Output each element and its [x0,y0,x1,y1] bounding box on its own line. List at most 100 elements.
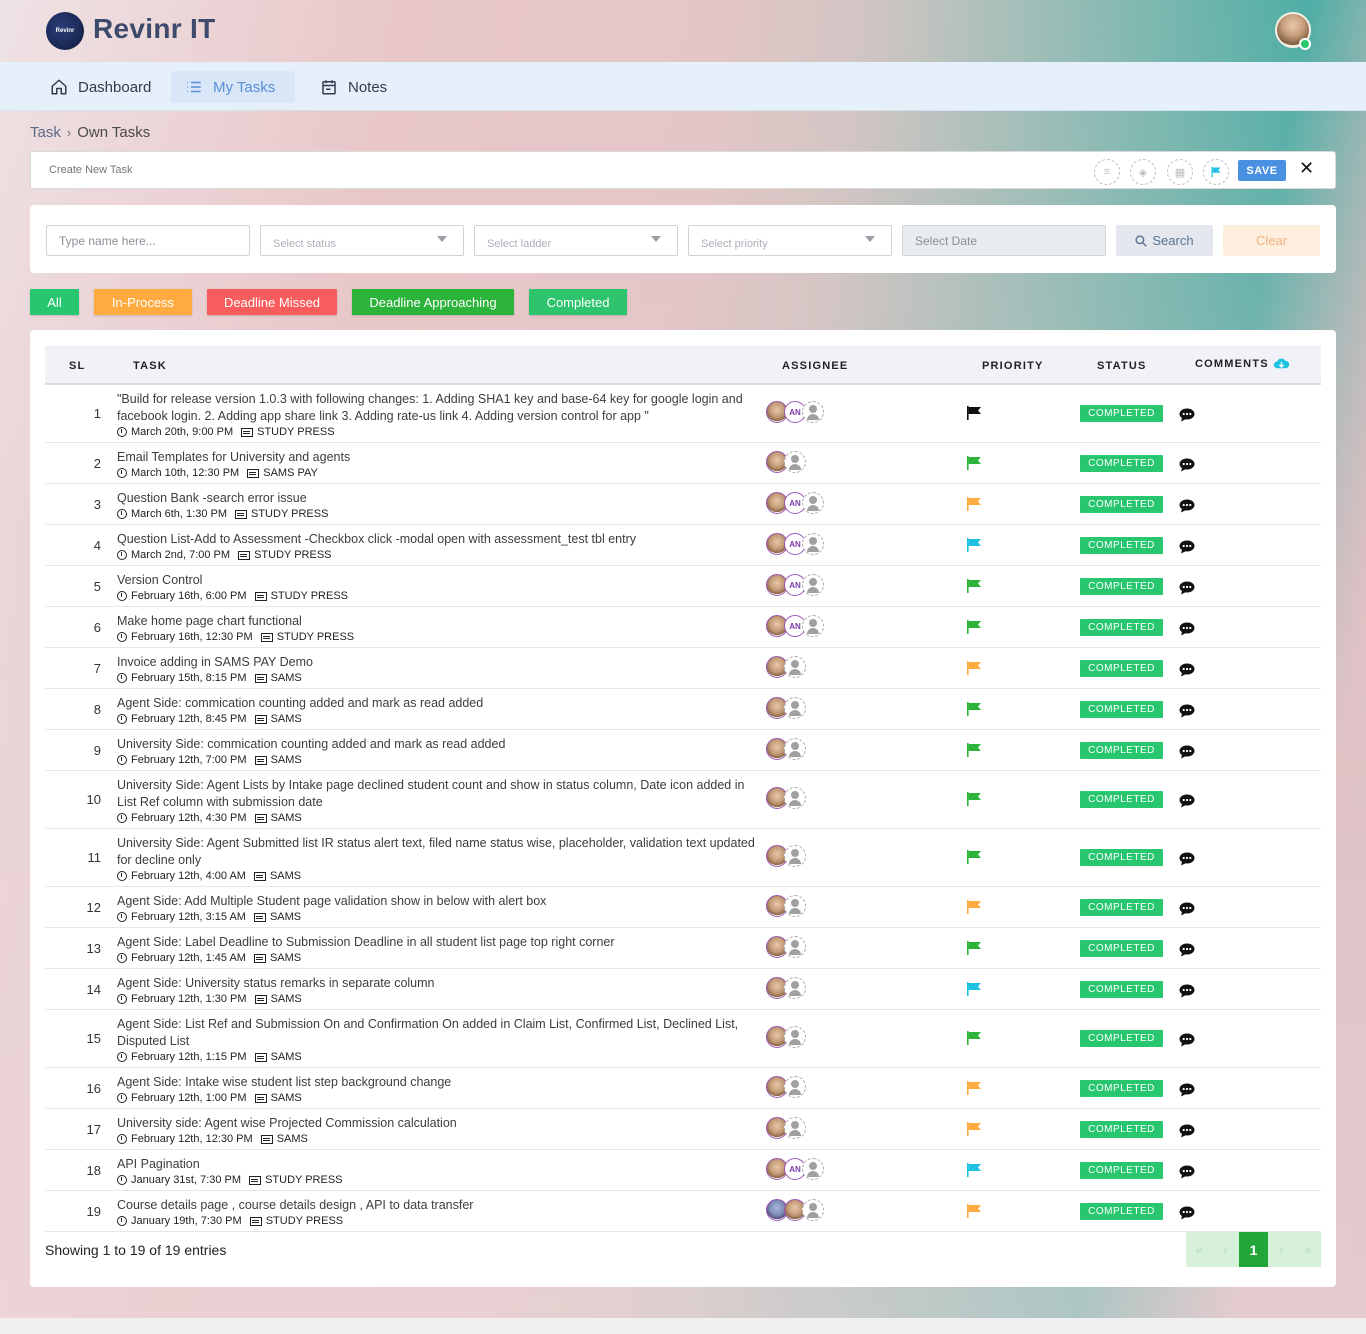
header-comments[interactable]: COMMENTS [1195,357,1290,371]
comment-icon[interactable] [1179,902,1195,916]
add-assignee-icon[interactable] [784,936,806,958]
priority-flag-icon[interactable] [966,1163,982,1177]
add-assignee-icon[interactable] [802,401,824,423]
filter-all-button[interactable]: All [30,289,79,315]
nav-my-tasks[interactable]: My Tasks [171,71,295,103]
task-title[interactable]: API Pagination [117,1156,757,1173]
priority-flag-icon[interactable] [966,1031,982,1045]
priority-flag-icon[interactable] [966,456,982,470]
header-priority[interactable]: PRIORITY [982,360,1044,372]
clear-button[interactable]: Clear [1223,225,1320,256]
nav-notes[interactable]: Notes [306,71,401,103]
table-row[interactable]: 14 Agent Side: University status remarks … [45,969,1321,1010]
priority-flag-icon[interactable] [966,1122,982,1136]
comment-icon[interactable] [1179,663,1195,677]
next-page-button[interactable]: › [1268,1232,1294,1267]
task-title[interactable]: University side: Agent wise Projected Co… [117,1115,757,1132]
comment-icon[interactable] [1179,1083,1195,1097]
first-page-button[interactable]: « [1186,1232,1212,1267]
comment-icon[interactable] [1179,540,1195,554]
filter-deadline-missed-button[interactable]: Deadline Missed [207,289,337,315]
page-button-current[interactable]: 1 [1238,1232,1269,1267]
search-button[interactable]: Search [1116,225,1213,256]
comment-icon[interactable] [1179,622,1195,636]
add-assignee-icon[interactable] [802,574,824,596]
priority-flag-icon[interactable] [966,620,982,634]
table-row[interactable]: 19 Course details page , course details d… [45,1191,1321,1232]
table-row[interactable]: 17 University side: Agent wise Projected … [45,1109,1321,1150]
table-row[interactable]: 16 Agent Side: Intake wise student list s… [45,1068,1321,1109]
task-title[interactable]: University Side: commication counting ad… [117,736,757,753]
task-title[interactable]: "Build for release version 1.0.3 with fo… [117,391,757,425]
tag-icon[interactable]: ◈ [1130,159,1156,185]
comment-icon[interactable] [1179,852,1195,866]
comment-icon[interactable] [1179,1165,1195,1179]
task-title[interactable]: Invoice adding in SAMS PAY Demo [117,654,757,671]
task-title[interactable]: Agent Side: Label Deadline to Submission… [117,934,757,951]
prev-page-button[interactable]: ‹ [1212,1232,1238,1267]
table-row[interactable]: 9 University Side: commication counting a… [45,730,1321,771]
comment-icon[interactable] [1179,408,1195,422]
header-task[interactable]: TASK [133,360,167,372]
flag-icon[interactable] [1203,159,1229,185]
table-row[interactable]: 7 Invoice adding in SAMS PAY Demo February… [45,648,1321,689]
task-title[interactable]: Question Bank -search error issue [117,490,757,507]
add-assignee-icon[interactable] [784,697,806,719]
task-title[interactable]: University Side: Agent Lists by Intake p… [117,777,757,811]
add-assignee-icon[interactable] [784,787,806,809]
priority-flag-icon[interactable] [966,579,982,593]
close-icon[interactable]: ✕ [1299,158,1314,179]
task-title[interactable]: University Side: Agent Submitted list IR… [117,835,757,869]
priority-flag-icon[interactable] [966,497,982,511]
status-select[interactable]: Select status [260,225,464,256]
header-sl[interactable]: SL [69,360,85,372]
task-title[interactable]: Agent Side: List Ref and Submission On a… [117,1016,757,1050]
priority-flag-icon[interactable] [966,1081,982,1095]
brand-logo[interactable]: Revinr [46,12,84,50]
comment-icon[interactable] [1179,1124,1195,1138]
comment-icon[interactable] [1179,984,1195,998]
comment-icon[interactable] [1179,499,1195,513]
comment-icon[interactable] [1179,704,1195,718]
table-row[interactable]: 15 Agent Side: List Ref and Submission On… [45,1010,1321,1068]
table-row[interactable]: 6 Make home page chart functional February… [45,607,1321,648]
priority-flag-icon[interactable] [966,982,982,996]
task-title[interactable]: Email Templates for University and agent… [117,449,757,466]
task-title[interactable]: Version Control [117,572,757,589]
table-row[interactable]: 11 University Side: Agent Submitted list … [45,829,1321,887]
comment-icon[interactable] [1179,1206,1195,1220]
table-row[interactable]: 13 Agent Side: Label Deadline to Submissi… [45,928,1321,969]
add-assignee-icon[interactable] [784,845,806,867]
priority-flag-icon[interactable] [966,743,982,757]
task-title[interactable]: Agent Side: University status remarks in… [117,975,757,992]
filter-in-process-button[interactable]: In-Process [94,289,192,315]
comment-icon[interactable] [1179,1033,1195,1047]
add-assignee-icon[interactable] [802,1158,824,1180]
save-button[interactable]: SAVE [1238,160,1286,181]
task-title[interactable]: Agent Side: Intake wise student list ste… [117,1074,757,1091]
name-filter-input[interactable]: Type name here... [46,225,250,256]
priority-flag-icon[interactable] [966,900,982,914]
table-row[interactable]: 1 "Build for release version 1.0.3 with f… [45,385,1321,443]
comment-icon[interactable] [1179,745,1195,759]
priority-flag-icon[interactable] [966,702,982,716]
add-assignee-icon[interactable] [784,895,806,917]
task-title[interactable]: Make home page chart functional [117,613,757,630]
date-picker-icon[interactable]: ▦ [1167,159,1193,185]
date-filter-input[interactable]: Select Date [902,225,1106,256]
add-assignee-icon[interactable] [784,451,806,473]
nav-dashboard[interactable]: Dashboard [36,71,165,103]
checklist-icon[interactable]: ≡ [1094,159,1120,185]
comment-icon[interactable] [1179,458,1195,472]
priority-flag-icon[interactable] [966,792,982,806]
table-row[interactable]: 18 API Pagination January 31st, 7:30 PM STU… [45,1150,1321,1191]
table-row[interactable]: 12 Agent Side: Add Multiple Student page … [45,887,1321,928]
filter-deadline-approaching-button[interactable]: Deadline Approaching [352,289,514,315]
table-row[interactable]: 5 Version Control February 16th, 6:00 PM ST… [45,566,1321,607]
add-assignee-icon[interactable] [784,1117,806,1139]
brand-name[interactable]: Revinr IT [93,13,216,45]
add-assignee-icon[interactable] [784,1026,806,1048]
table-row[interactable]: 3 Question Bank -search error issue March … [45,484,1321,525]
breadcrumb-parent[interactable]: Task [30,124,61,141]
create-task-input[interactable] [49,164,449,176]
